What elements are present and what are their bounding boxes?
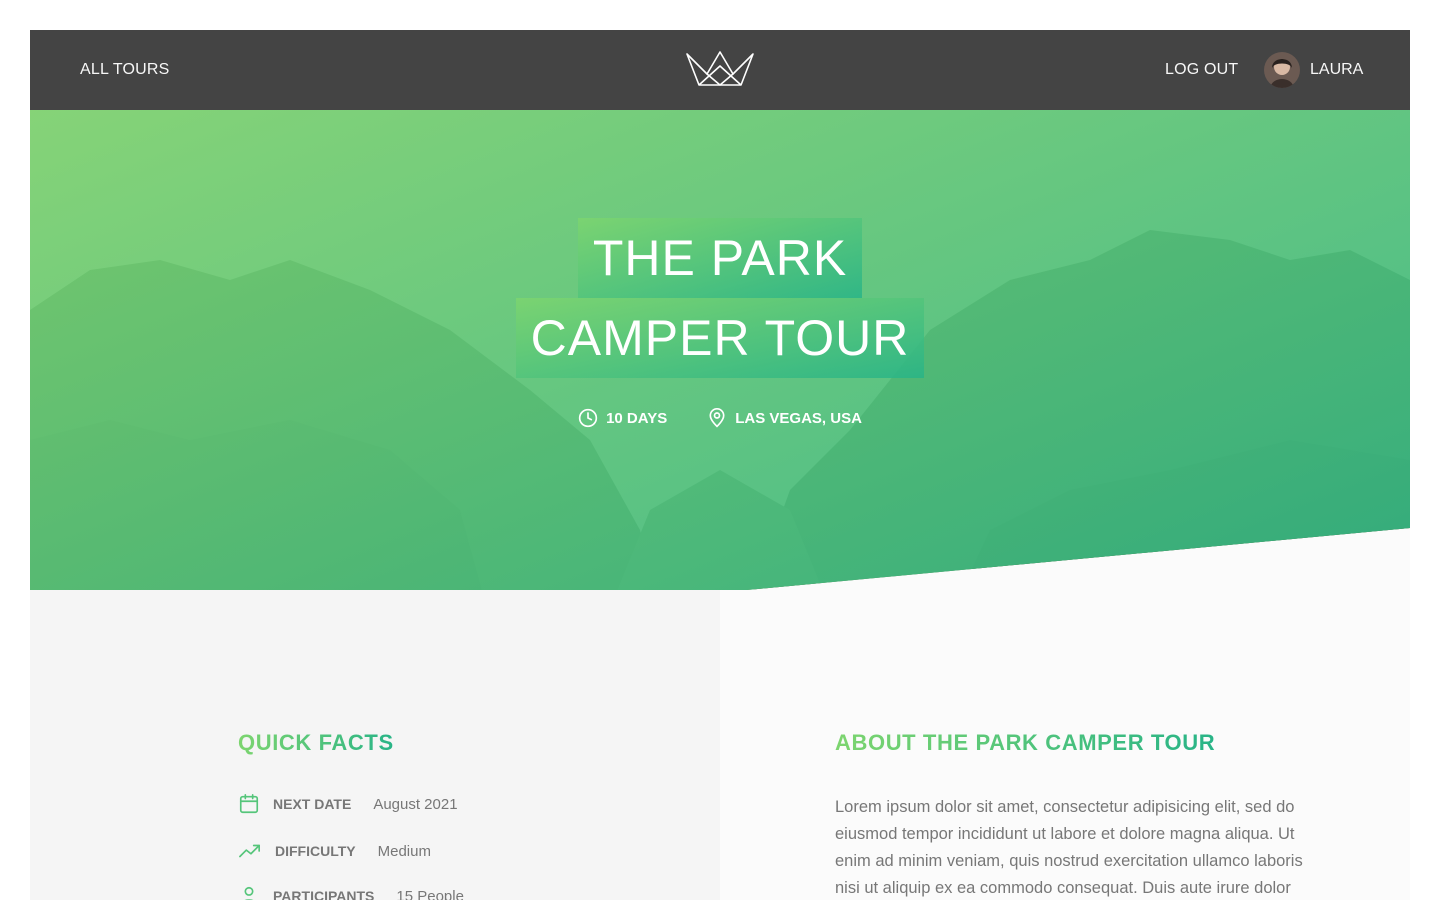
trending-up-icon (239, 844, 260, 858)
fact-value: August 2021 (373, 795, 458, 813)
fact-label: DIFFICULTY (275, 843, 356, 859)
tour-hero: THE PARK CAMPER TOUR 10 DAYS LAS VEGAS, … (30, 110, 1410, 657)
about-heading: ABOUT THE PARK CAMPER TOUR (835, 730, 1216, 755)
fact-value: 15 People (396, 887, 464, 900)
user-avatar[interactable] (1264, 52, 1300, 88)
tour-title-line-1: THE PARK (30, 218, 1410, 298)
crown-logo-icon[interactable] (685, 48, 755, 88)
about-description: Lorem ipsum dolor sit amet, consectetur … (835, 798, 1303, 897)
user-name[interactable]: LAURA (1310, 61, 1363, 79)
clock-icon (578, 408, 598, 428)
tour-location-text: LAS VEGAS, USA (735, 409, 862, 427)
tour-title-text-1: THE PARK (577, 218, 863, 298)
fact-difficulty: DIFFICULTY Medium (238, 840, 431, 862)
fact-value: Medium (377, 842, 431, 860)
user-menu[interactable]: LAURA (1264, 51, 1363, 89)
calendar-icon (239, 794, 259, 814)
fact-next-date: NEXT DATE August 2021 (238, 793, 458, 815)
site-header: ALL TOURS LOG OUT LAURA (30, 30, 1410, 110)
tour-title-line-2: CAMPER TOUR (30, 298, 1410, 378)
quick-facts-heading: QUICK FACTS (238, 730, 394, 755)
user-icon (244, 886, 254, 900)
tour-duration: 10 DAYS (578, 408, 667, 428)
tour-title-text-2: CAMPER TOUR (515, 298, 925, 378)
fact-participants: PARTICIPANTS 15 People (238, 885, 464, 900)
page-frame: ALL TOURS LOG OUT LAURA THE PARK CAMPER … (30, 30, 1410, 900)
fact-label: PARTICIPANTS (273, 888, 375, 900)
map-pin-icon (709, 408, 725, 428)
all-tours-link[interactable]: ALL TOURS (80, 30, 170, 110)
hero-gradient-overlay (30, 110, 1410, 657)
fact-label: NEXT DATE (273, 796, 352, 812)
tour-duration-text: 10 DAYS (606, 409, 668, 427)
hero-details: 10 DAYS LAS VEGAS, USA (30, 408, 1410, 428)
tour-location: LAS VEGAS, USA (707, 408, 862, 428)
log-out-button[interactable]: LOG OUT (1165, 30, 1238, 110)
